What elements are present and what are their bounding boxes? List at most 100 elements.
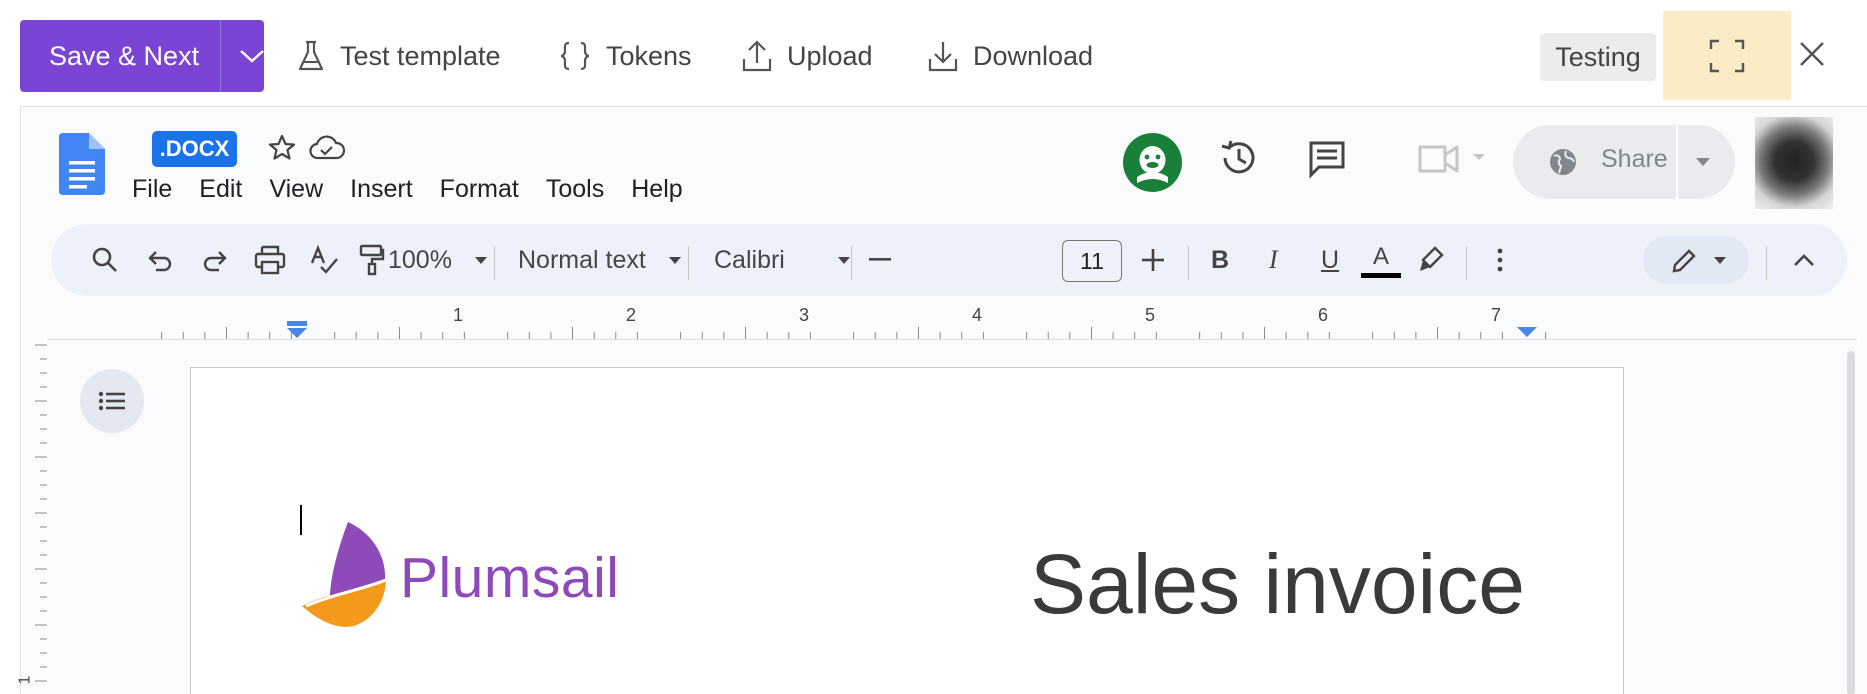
mode-dropdown-icon: [1714, 257, 1726, 264]
zoom-dropdown-icon: [474, 256, 487, 264]
star-icon[interactable]: [267, 133, 297, 163]
spellcheck-button[interactable]: [309, 224, 339, 296]
plus-icon: [1142, 249, 1164, 271]
print-icon: [254, 245, 286, 275]
menu-view[interactable]: View: [269, 175, 323, 204]
save-next-button[interactable]: Save & Next: [20, 20, 264, 92]
tokens-label: Tokens: [606, 40, 692, 71]
toolbar-divider: [1466, 246, 1467, 280]
docs-toolbar: 100% Normal text Calibri 11 B I U A: [51, 224, 1847, 296]
menu-tools[interactable]: Tools: [546, 175, 604, 204]
font-size-value: 11: [1080, 247, 1104, 274]
spellcheck-icon: [310, 245, 338, 274]
bold-label: B: [1211, 245, 1230, 274]
redo-icon: [203, 251, 227, 272]
download-label: Download: [973, 40, 1094, 71]
top-app-bar: Save & Next Test template Tokens Upload …: [0, 0, 1867, 106]
italic-button[interactable]: I: [1269, 224, 1278, 296]
menu-insert[interactable]: Insert: [350, 175, 413, 204]
fullscreen-button[interactable]: [1663, 11, 1791, 100]
underline-label: U: [1321, 245, 1340, 274]
highlight-color-button[interactable]: [1417, 224, 1445, 296]
invoice-title: Sales invoice: [1030, 537, 1525, 631]
fullscreen-icon: [1709, 39, 1745, 72]
vertical-ruler: 1: [16, 339, 47, 694]
file-format-badge: .DOCX: [152, 131, 237, 167]
paint-format-button[interactable]: [359, 224, 385, 296]
font-family-value: Calibri: [714, 245, 785, 274]
collaborator-avatar[interactable]: [1123, 133, 1182, 192]
docs-editor-frame: .DOCX File Edit View Insert Format Tools…: [16, 106, 1867, 694]
search-icon: [92, 247, 117, 272]
chevron-down-icon[interactable]: [238, 46, 266, 66]
braces-icon: [560, 41, 590, 71]
undo-icon: [148, 251, 172, 272]
menu-format[interactable]: Format: [440, 175, 519, 204]
text-color-label: A: [1372, 242, 1389, 270]
text-color-button[interactable]: A: [1361, 224, 1401, 296]
ruler-label: 7: [1491, 305, 1502, 325]
download-icon: [928, 42, 958, 72]
search-menus-button[interactable]: [91, 224, 119, 296]
font-family-select[interactable]: Calibri: [714, 224, 851, 296]
undo-button[interactable]: [146, 224, 174, 296]
toolbar-divider: [688, 246, 689, 280]
menu-help[interactable]: Help: [631, 175, 682, 204]
vertical-scrollbar[interactable]: [1844, 343, 1858, 694]
download-button[interactable]: Download: [927, 36, 1093, 76]
zoom-select[interactable]: 100%: [388, 224, 488, 296]
underline-button[interactable]: U: [1321, 224, 1339, 296]
zoom-value: 100%: [388, 245, 452, 274]
text-color-swatch: [1361, 272, 1401, 278]
close-button[interactable]: [1792, 34, 1832, 74]
tokens-button[interactable]: Tokens: [558, 36, 692, 76]
split-divider: [220, 20, 221, 92]
right-indent-marker-icon[interactable]: [1515, 325, 1539, 339]
scrollbar-thumb[interactable]: [1847, 351, 1855, 694]
menu-file[interactable]: File: [132, 175, 172, 204]
vertical-ruler-ticks: [35, 344, 47, 682]
list-icon: [98, 391, 125, 411]
comments-icon[interactable]: [1307, 139, 1347, 179]
ruler-label: 5: [1145, 305, 1156, 325]
version-history-icon[interactable]: [1218, 137, 1260, 179]
test-template-button[interactable]: Test template: [296, 36, 501, 76]
share-label: Share: [1601, 145, 1668, 173]
paragraph-style-value: Normal text: [518, 245, 646, 274]
bold-button[interactable]: B: [1211, 224, 1229, 296]
print-button[interactable]: [254, 224, 286, 296]
hide-menus-button[interactable]: [1793, 224, 1815, 296]
redo-button[interactable]: [201, 224, 229, 296]
paragraph-style-select[interactable]: Normal text: [518, 224, 682, 296]
meet-video-icon[interactable]: [1417, 141, 1489, 177]
cloud-saved-icon[interactable]: [309, 135, 345, 161]
document-page[interactable]: Plumsail Sales invoice: [190, 367, 1624, 694]
testing-label: Testing: [1555, 41, 1641, 72]
share-divider: [1676, 125, 1678, 199]
left-indent-marker-icon[interactable]: [285, 321, 309, 341]
pencil-icon: [1672, 249, 1696, 273]
style-dropdown-icon: [668, 256, 681, 264]
save-next-label: Save & Next: [49, 40, 200, 71]
upload-icon: [742, 40, 772, 72]
menu-edit[interactable]: Edit: [199, 175, 242, 204]
share-button[interactable]: Share: [1513, 125, 1735, 199]
plumsail-logo-icon: [302, 522, 387, 627]
ruler-label: 2: [626, 305, 637, 325]
document-outline-button[interactable]: [80, 369, 144, 433]
google-docs-logo-icon[interactable]: [59, 133, 105, 195]
font-size-input[interactable]: 11: [1062, 240, 1122, 282]
decrease-font-size-button[interactable]: [869, 224, 891, 296]
paint-format-icon: [359, 244, 385, 276]
increase-font-size-button[interactable]: [1142, 224, 1164, 296]
upload-label: Upload: [787, 40, 873, 71]
highlighter-icon: [1420, 246, 1444, 271]
test-template-label: Test template: [340, 40, 501, 71]
more-options-button[interactable]: [1496, 224, 1504, 296]
share-dropdown-icon[interactable]: [1695, 157, 1711, 167]
close-icon: [1800, 42, 1824, 66]
user-avatar[interactable]: [1755, 117, 1833, 209]
upload-button[interactable]: Upload: [741, 36, 873, 76]
docs-menubar: File Edit View Insert Format Tools Help: [132, 175, 710, 204]
editing-mode-select[interactable]: [1643, 236, 1749, 284]
